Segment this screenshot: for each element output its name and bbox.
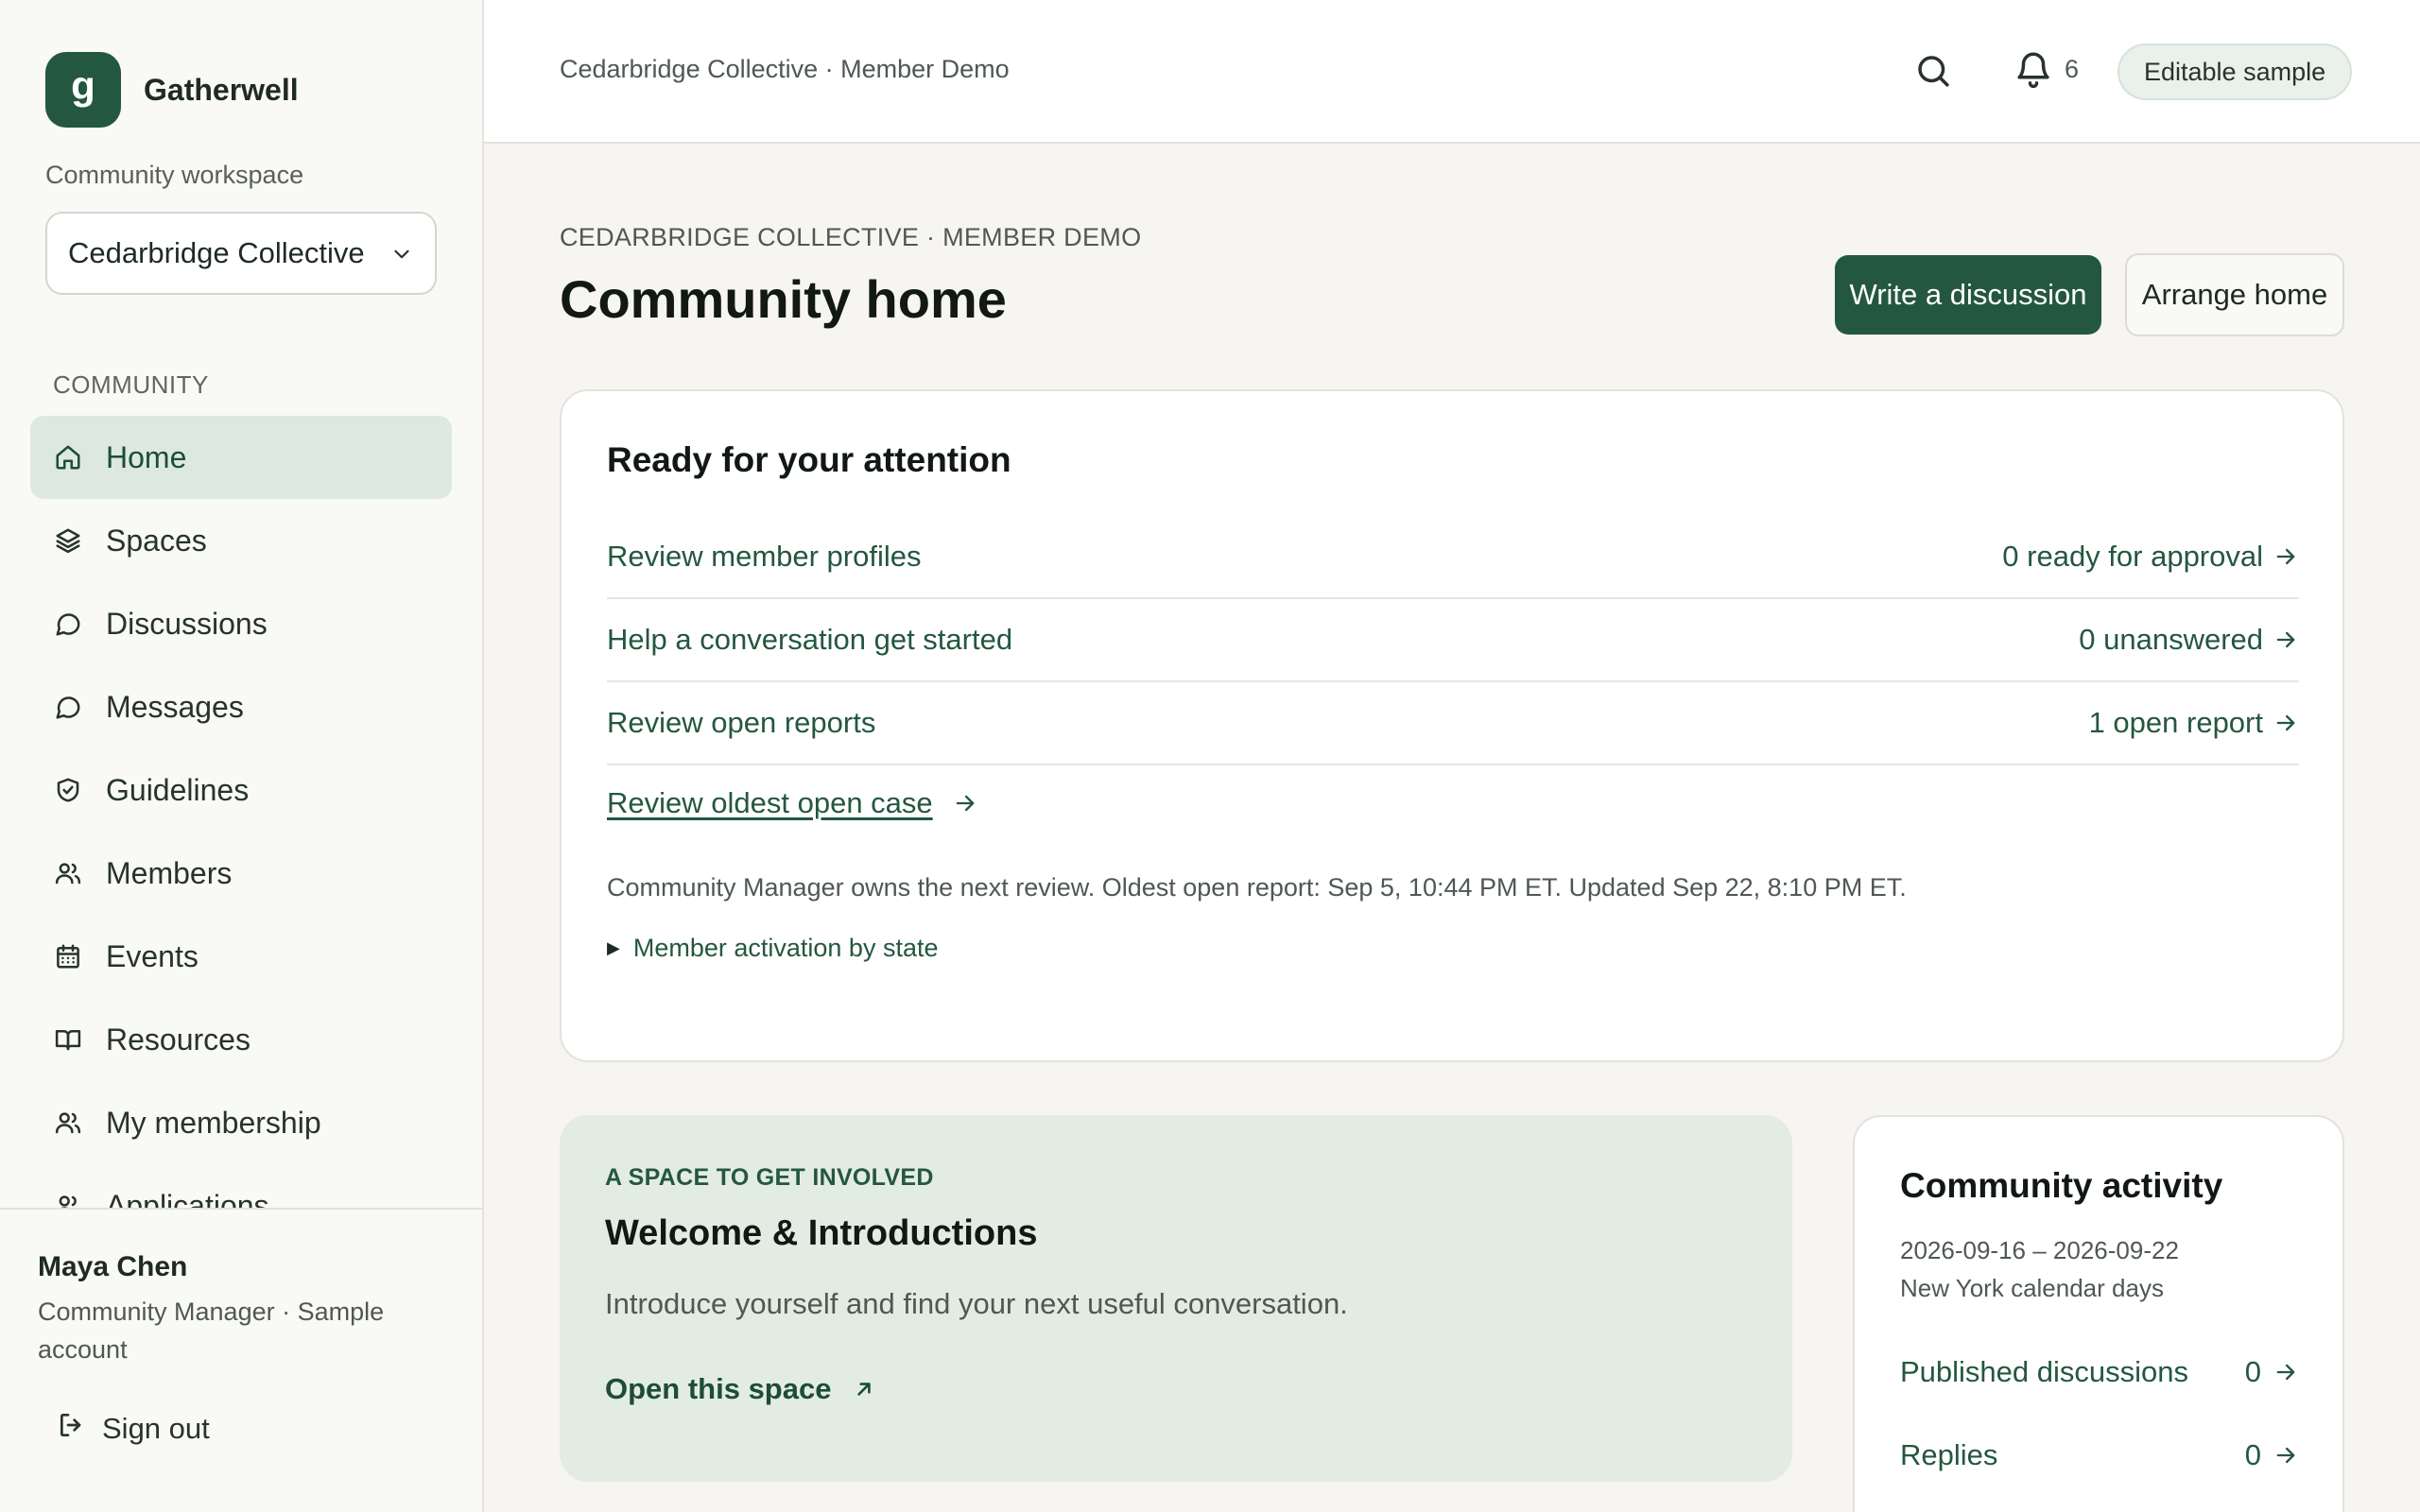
community-activity-card: Community activity 2026-09-16 – 2026-09-…	[1853, 1115, 2344, 1512]
brand-logo: g	[45, 52, 121, 128]
task-row-open-reports[interactable]: Review open reports 1 open report	[607, 682, 2299, 765]
activity-row-replies[interactable]: Replies 0	[1900, 1438, 2299, 1472]
case-link-label: Review oldest open case	[607, 786, 933, 819]
brand-name: Gatherwell	[144, 72, 299, 107]
activity-value: 0	[2244, 1438, 2261, 1471]
bell-icon[interactable]	[2014, 49, 2053, 94]
task-label: Review member profiles	[607, 540, 922, 573]
review-note: Community Manager owns the next review. …	[607, 873, 1907, 902]
brand[interactable]: g Gatherwell	[45, 52, 299, 128]
space-description: Introduce yourself and find your next us…	[605, 1287, 1348, 1320]
featured-space-card: A SPACE TO GET INVOLVED Welcome & Introd…	[560, 1115, 1792, 1482]
sidebar-item-resources[interactable]: Resources	[30, 998, 452, 1081]
top-bar: Cedarbridge Collective · Member Demo 6 E…	[484, 0, 2420, 144]
workspace-label: Community workspace	[45, 161, 304, 189]
task-status: 1 open report	[2088, 706, 2263, 739]
disclosure-label: Member activation by state	[632, 934, 939, 962]
open-space-label: Open this space	[605, 1372, 832, 1405]
arrow-right-icon	[2273, 1359, 2299, 1385]
chevron-down-icon	[389, 242, 414, 271]
notification-count: 6	[2065, 55, 2080, 83]
activity-label: Published discussions	[1900, 1355, 2189, 1388]
attention-card: Ready for your attention Review member p…	[560, 389, 2344, 1062]
sidebar-item-spaces[interactable]: Spaces	[30, 499, 452, 582]
arrange-home-button[interactable]: Arrange home	[2125, 253, 2344, 336]
workspace-select-value: Cedarbridge Collective · Member Demo	[68, 236, 371, 269]
arrow-right-icon	[952, 790, 978, 816]
arrow-right-icon	[2273, 543, 2299, 570]
activity-date-range: 2026-09-16 – 2026-09-22	[1900, 1236, 2179, 1264]
member-activation-disclosure[interactable]: ▶ Member activation by state	[607, 934, 939, 963]
home-icon	[51, 440, 85, 474]
sidebar-item-label: Spaces	[106, 523, 207, 558]
space-title: Welcome & Introductions	[605, 1213, 1038, 1253]
task-row-help-conversation[interactable]: Help a conversation get started 0 unansw…	[607, 599, 2299, 682]
page-title: Community home	[560, 269, 1007, 329]
message-icon	[51, 690, 85, 724]
sidebar-item-label: Resources	[106, 1022, 251, 1057]
sidebar-item-members[interactable]: Members	[30, 832, 452, 915]
write-discussion-button[interactable]: Write a discussion	[1835, 255, 2101, 335]
shield-check-icon	[51, 773, 85, 807]
sidebar-item-home[interactable]: Home	[30, 416, 452, 499]
sidebar-item-discussions[interactable]: Discussions	[30, 582, 452, 665]
sign-out-icon	[57, 1410, 87, 1448]
sidebar-item-label: My membership	[106, 1105, 321, 1140]
attention-title: Ready for your attention	[607, 440, 1011, 479]
user-panel: Maya Chen Community Manager · Sample acc…	[0, 1208, 482, 1512]
sign-out-label: Sign out	[102, 1412, 210, 1445]
activity-value: 0	[2244, 1355, 2261, 1388]
layers-icon	[51, 524, 85, 558]
calendar-icon	[51, 939, 85, 973]
status-badge: Editable sample	[2118, 43, 2353, 100]
sidebar-item-my-membership[interactable]: My membership	[30, 1081, 452, 1164]
sidebar-item-label: Events	[106, 938, 199, 973]
activity-title: Community activity	[1900, 1166, 2223, 1205]
task-row-review-profiles[interactable]: Review member profiles 0 ready for appro…	[607, 516, 2299, 599]
workspace-select[interactable]: Cedarbridge Collective · Member Demo	[45, 212, 437, 295]
sidebar-item-messages[interactable]: Messages	[30, 665, 452, 748]
people-icon	[51, 1106, 85, 1140]
chat-bubble-icon	[51, 607, 85, 641]
arrow-right-icon	[2273, 627, 2299, 653]
sidebar-item-label: Members	[106, 855, 233, 890]
activity-row-published[interactable]: Published discussions 0	[1900, 1355, 2299, 1389]
sidebar-item-label: Guidelines	[106, 772, 250, 807]
book-icon	[51, 1022, 85, 1057]
sidebar: g Gatherwell Community workspace Cedarbr…	[0, 0, 484, 1512]
task-list: Review member profiles 0 ready for appro…	[607, 516, 2299, 765]
activity-timezone: New York calendar days	[1900, 1274, 2164, 1302]
sign-out-button[interactable]: Sign out	[57, 1410, 210, 1448]
sidebar-item-events[interactable]: Events	[30, 915, 452, 998]
sidebar-item-applications[interactable]: Applications	[30, 1164, 452, 1208]
search-icon[interactable]	[1913, 51, 1953, 95]
people-icon	[51, 856, 85, 890]
disclosure-triangle-icon: ▶	[607, 938, 620, 957]
sidebar-nav: Home Spaces Discussions Messages Guideli…	[30, 416, 452, 1208]
people-icon	[51, 1189, 85, 1208]
user-role: Community Manager · Sample account	[38, 1297, 385, 1364]
sidebar-item-label: Discussions	[106, 606, 268, 641]
open-space-link[interactable]: Open this space	[605, 1372, 876, 1406]
task-label: Help a conversation get started	[607, 623, 1013, 656]
arrow-right-icon	[2273, 1442, 2299, 1469]
breadcrumb: Cedarbridge Collective · Member Demo	[560, 55, 1010, 83]
nav-heading: COMMUNITY	[53, 370, 209, 399]
user-name: Maya Chen	[38, 1251, 188, 1282]
review-oldest-case-link[interactable]: Review oldest open case	[607, 786, 978, 820]
sidebar-item-label: Applications	[106, 1188, 269, 1209]
space-eyebrow: A SPACE TO GET INVOLVED	[605, 1164, 934, 1191]
task-status: 0 ready for approval	[2002, 540, 2263, 573]
sidebar-item-label: Home	[106, 439, 187, 474]
sidebar-item-guidelines[interactable]: Guidelines	[30, 748, 452, 832]
sidebar-item-label: Messages	[106, 689, 244, 724]
task-status: 0 unanswered	[2079, 623, 2263, 656]
arrow-right-icon	[2273, 710, 2299, 736]
activity-label: Replies	[1900, 1438, 1998, 1471]
arrow-up-right-icon	[852, 1377, 876, 1401]
page-eyebrow: CEDARBRIDGE COLLECTIVE · MEMBER DEMO	[560, 223, 1142, 251]
task-label: Review open reports	[607, 706, 876, 739]
